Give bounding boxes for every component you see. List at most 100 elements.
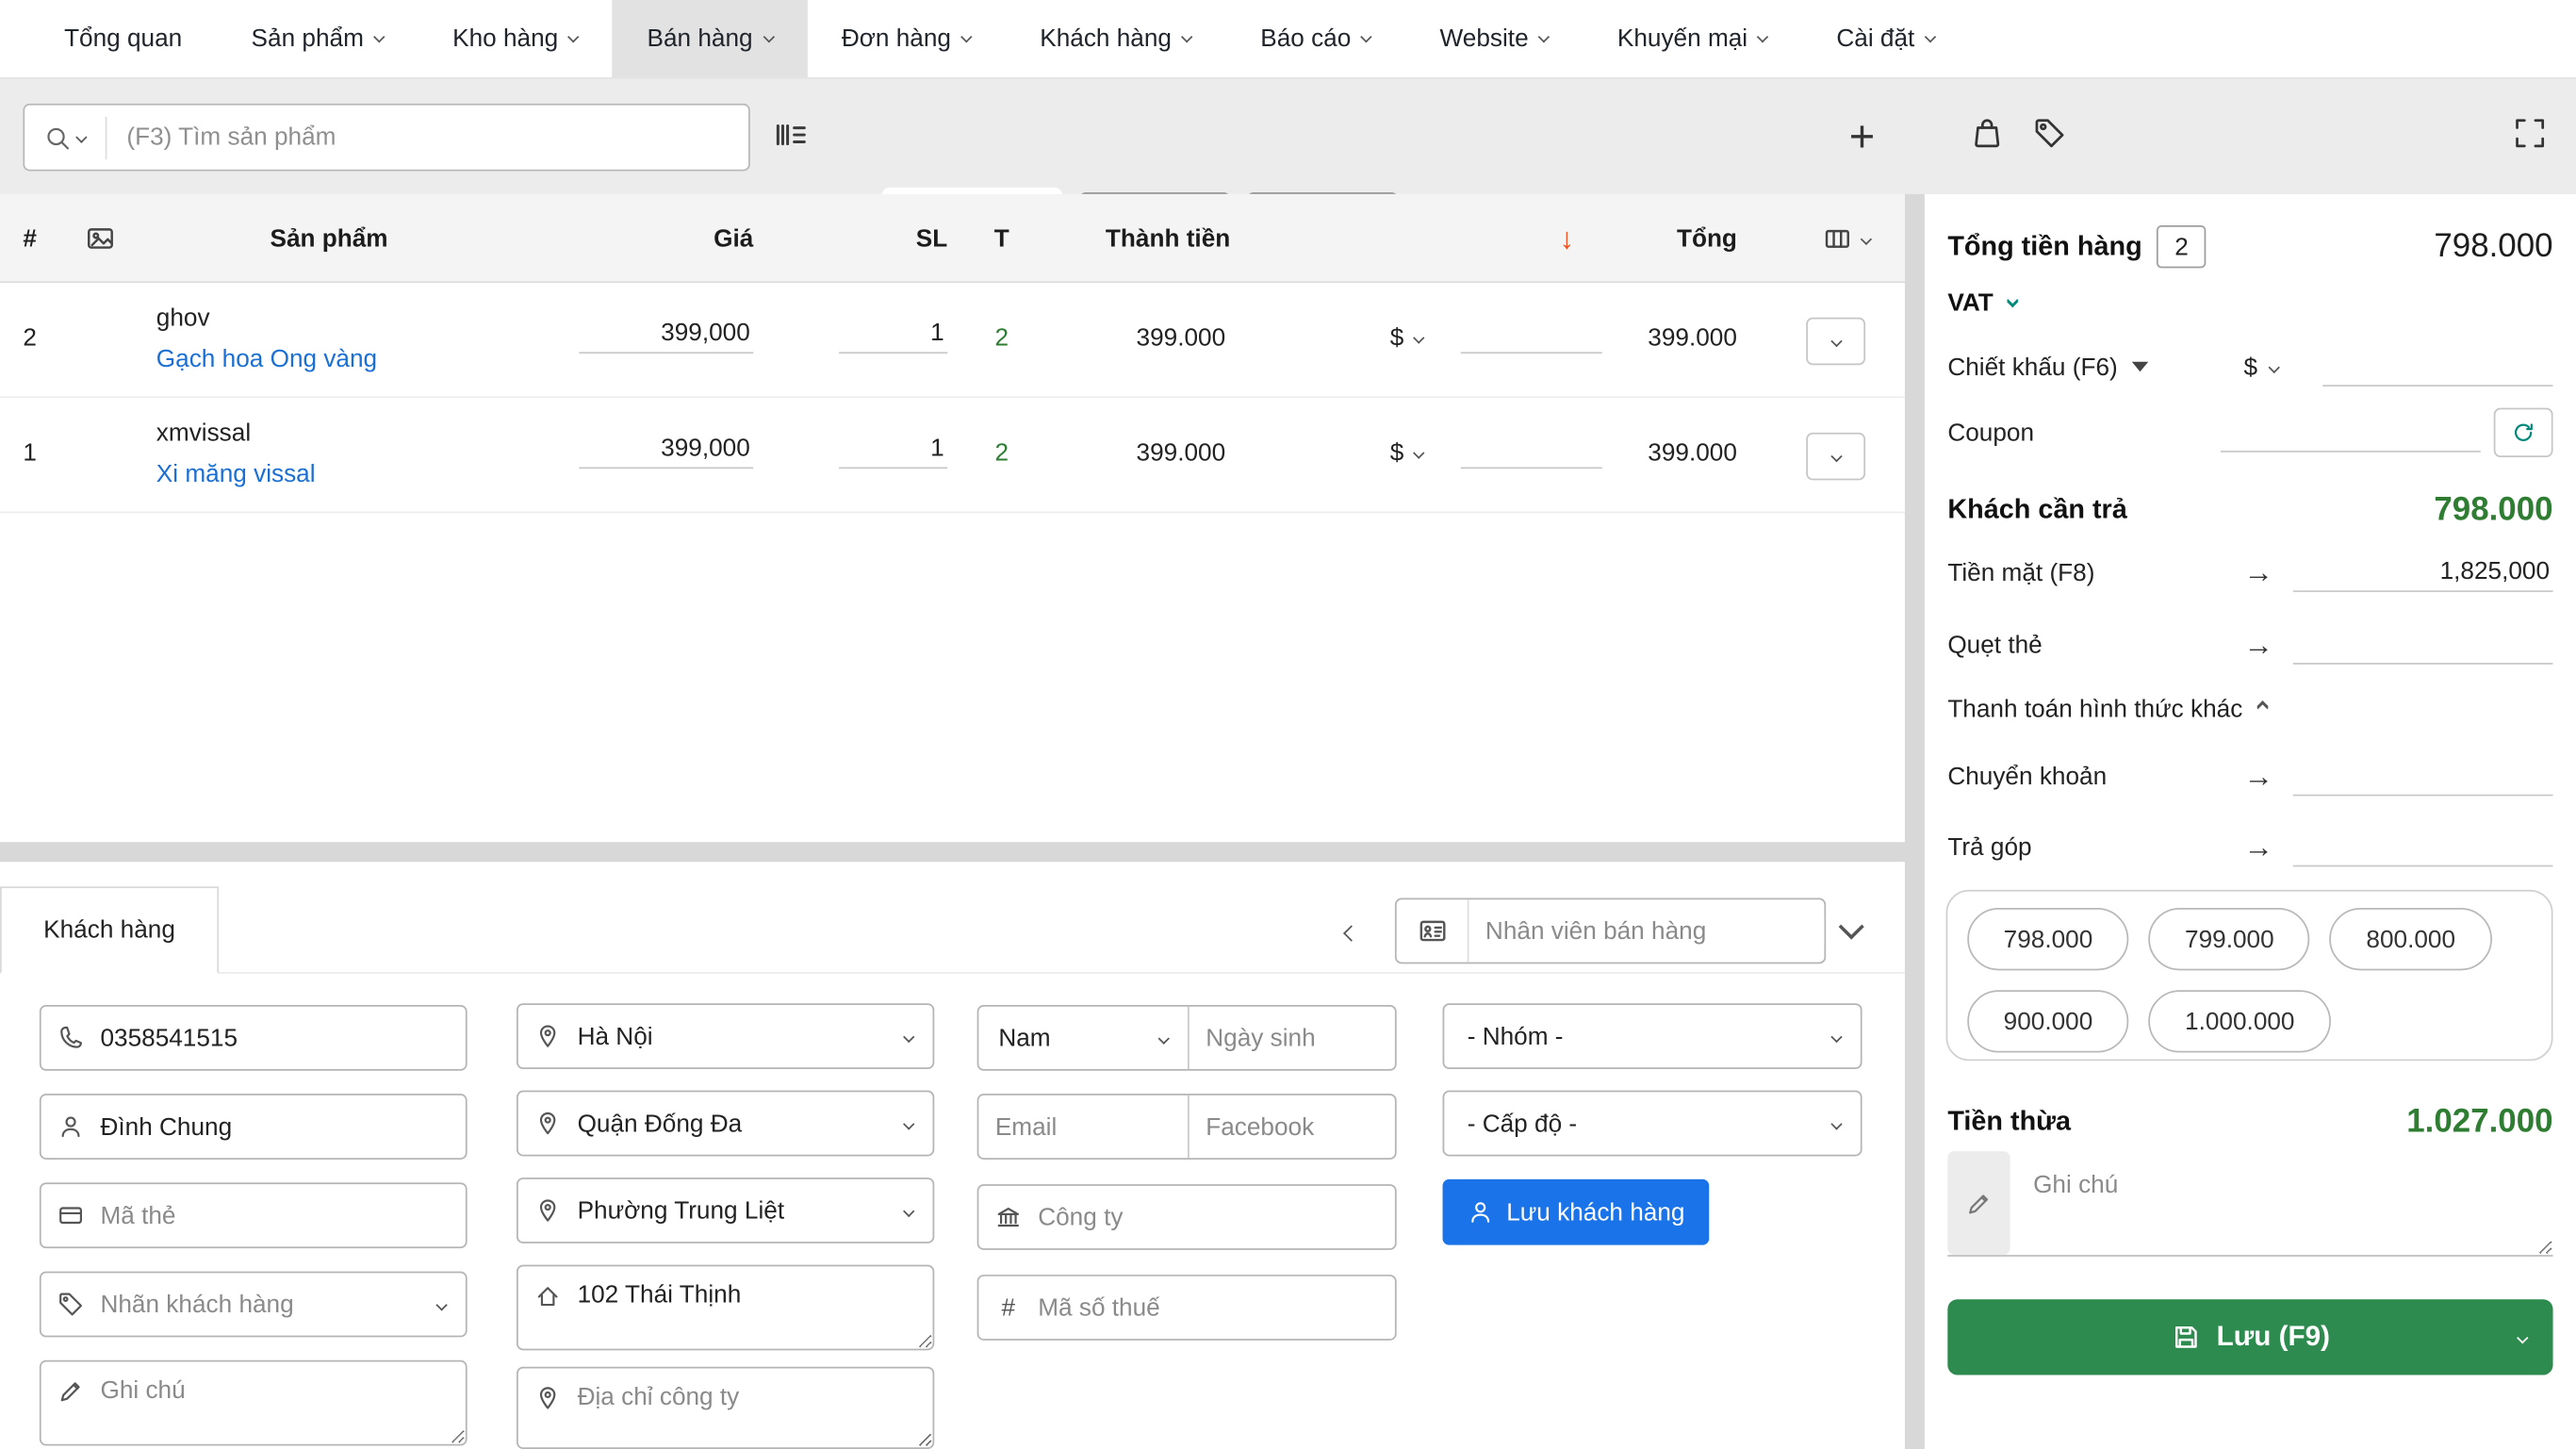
seller-input[interactable] [1468, 917, 1824, 946]
search-mode-selector[interactable] [25, 116, 107, 158]
nav-sales[interactable]: Bán hàng [613, 0, 807, 77]
quick-amount-chip[interactable]: 800.000 [2330, 908, 2491, 970]
chevron-down-icon [1925, 30, 1936, 41]
phone-field[interactable] [40, 1005, 468, 1071]
product-name-link[interactable]: Gạch hoa Ong vàng [156, 345, 377, 373]
gender-select[interactable]: Nam [978, 1007, 1188, 1069]
nav-label: Khách hàng [1040, 25, 1172, 53]
city-select[interactable]: Hà Nội [517, 1003, 934, 1069]
new-invoice-button[interactable]: + [1836, 106, 1889, 168]
row-actions-button[interactable] [1806, 318, 1865, 366]
arrow-right-icon[interactable]: → [2243, 555, 2292, 590]
price-input[interactable] [579, 314, 753, 354]
bag-icon[interactable] [1971, 117, 2004, 150]
group-value: - Nhóm - [1444, 1022, 1832, 1050]
id-badge-icon [1397, 899, 1469, 962]
tag-icon[interactable] [2033, 117, 2066, 150]
address-input[interactable]: 102 Thái Thịnh [578, 1266, 933, 1348]
card-swipe-input[interactable] [2293, 625, 2553, 665]
customer-name-input[interactable] [100, 1112, 465, 1141]
chevron-down-icon [1361, 30, 1372, 41]
customer-name-field[interactable] [40, 1094, 468, 1160]
arrow-right-icon[interactable]: → [2243, 830, 2292, 864]
district-select[interactable]: Quận Đống Đa [517, 1091, 934, 1157]
nav-label: Kho hàng [452, 25, 558, 53]
price-input[interactable] [579, 429, 753, 469]
expand-customer-icon[interactable] [1843, 914, 1861, 944]
address-field[interactable]: 102 Thái Thịnh [517, 1265, 934, 1351]
discount-unit-selector[interactable]: $ [1390, 439, 1424, 468]
discount-input[interactable] [1461, 429, 1602, 469]
nav-promotions[interactable]: Khuyến mại [1583, 0, 1801, 77]
tab-customer[interactable]: Khách hàng [0, 886, 219, 973]
refresh-coupon-button[interactable] [2494, 408, 2553, 457]
screen: Tổng quan Sản phẩm Kho hàng Bán hàng Đơn… [0, 0, 2576, 1449]
arrow-right-icon[interactable]: → [2243, 759, 2292, 794]
column-settings-button[interactable] [1823, 194, 1871, 283]
installment-input[interactable] [2293, 828, 2553, 867]
search-icon [44, 124, 71, 151]
company-address-input[interactable] [578, 1369, 933, 1448]
qty-input[interactable] [839, 429, 947, 469]
vat-row[interactable]: VAT [1947, 283, 2552, 322]
other-methods-row[interactable]: Thanh toán hình thức khác [1947, 687, 2552, 730]
quick-amount-chip[interactable]: 798.000 [1967, 908, 2128, 970]
product-code: xmvissal [156, 420, 251, 448]
save-invoice-button[interactable]: Lưu (F9) [1947, 1299, 2552, 1375]
birthday-input[interactable] [1190, 1024, 1395, 1052]
fullscreen-icon[interactable] [2514, 117, 2547, 150]
facebook-input[interactable] [1190, 1112, 1395, 1141]
row-actions-button[interactable] [1806, 433, 1865, 481]
quick-amount-chip[interactable]: 1.000.000 [2149, 990, 2331, 1052]
level-select[interactable]: - Cấp độ - [1443, 1091, 1862, 1157]
nav-products[interactable]: Sản phẩm [217, 0, 418, 77]
tab-label: Khách hàng [43, 916, 175, 945]
discount-unit-selector[interactable]: $ [2243, 353, 2322, 381]
nav-customers[interactable]: Khách hàng [1006, 0, 1226, 77]
customer-note-field[interactable] [40, 1360, 468, 1446]
gender-value: Nam [998, 1024, 1050, 1052]
discount-unit-selector[interactable]: $ [1390, 324, 1424, 353]
save-customer-button[interactable]: Lưu khách hàng [1443, 1179, 1710, 1245]
nav-website[interactable]: Website [1405, 0, 1583, 77]
discount-amount-input[interactable] [2322, 347, 2552, 387]
col-product: Sản phẩm [197, 194, 460, 283]
tax-code-input[interactable] [1038, 1293, 1395, 1322]
group-select[interactable]: - Nhóm - [1443, 1003, 1862, 1069]
phone-input[interactable] [100, 1024, 465, 1052]
company-address-field[interactable] [517, 1367, 934, 1449]
nav-reports[interactable]: Báo cáo [1226, 0, 1405, 77]
company-input[interactable] [1038, 1203, 1395, 1231]
collapse-left-icon[interactable] [1339, 912, 1364, 954]
tag-icon [41, 1292, 101, 1318]
qty-input[interactable] [839, 314, 947, 354]
unit-count: 2 [984, 439, 1020, 468]
product-name-link[interactable]: Xi măng vissal [156, 460, 316, 488]
nav-overview[interactable]: Tổng quan [29, 0, 216, 77]
barcode-list-icon[interactable] [773, 117, 809, 153]
invoice-note-input[interactable] [2010, 1151, 2553, 1255]
company-field[interactable] [977, 1184, 1397, 1250]
arrow-right-icon[interactable]: → [2243, 628, 2292, 663]
card-code-field[interactable] [40, 1182, 468, 1248]
sort-down-icon[interactable]: ↓ [1559, 194, 1574, 283]
email-input[interactable] [978, 1112, 1188, 1141]
customer-tags-select[interactable]: Nhãn khách hàng [40, 1272, 468, 1338]
nav-orders[interactable]: Đơn hàng [807, 0, 1005, 77]
ward-select[interactable]: Phường Trung Liệt [517, 1177, 934, 1243]
search-input[interactable] [107, 123, 748, 152]
nav-settings[interactable]: Cài đặt [1802, 0, 1969, 77]
nav-warehouse[interactable]: Kho hàng [418, 0, 612, 77]
line-amount: 399.000 [1077, 439, 1225, 468]
quick-amount-chip[interactable]: 900.000 [1967, 990, 2128, 1052]
tax-code-field[interactable]: # [977, 1275, 1397, 1341]
discount-input[interactable] [1461, 314, 1602, 354]
quick-amount-chip[interactable]: 799.000 [2149, 908, 2310, 970]
coupon-input[interactable] [2221, 413, 2481, 453]
transfer-input[interactable] [2293, 757, 2553, 797]
cash-row: Tiền mặt (F8) → [1947, 546, 2552, 599]
cash-input[interactable] [2293, 552, 2553, 592]
discount-selector[interactable]: Chiết khấu (F6) [1947, 353, 2243, 381]
card-code-input[interactable] [100, 1201, 465, 1229]
customer-note-input[interactable] [100, 1362, 465, 1444]
